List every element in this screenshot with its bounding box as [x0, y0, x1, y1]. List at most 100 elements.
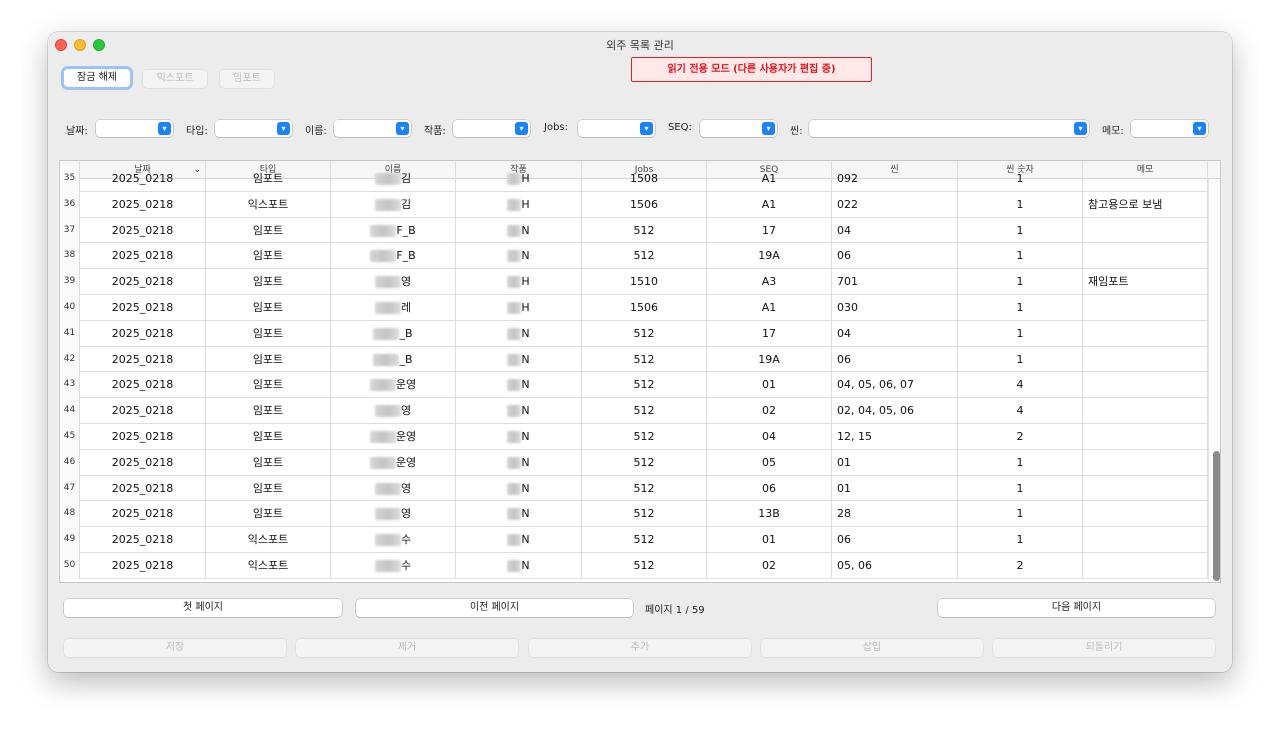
cell-name[interactable]: 수 — [331, 527, 456, 553]
cell-seq[interactable]: 13B — [707, 501, 832, 528]
cell-jobs[interactable]: 512 — [582, 243, 707, 270]
cell-work[interactable]: N — [456, 449, 582, 476]
cell-work[interactable]: N — [456, 553, 582, 579]
cell-type[interactable]: 임포트 — [206, 295, 331, 321]
cell-date[interactable]: 2025_0218 — [80, 217, 206, 244]
cell-name[interactable]: 수 — [331, 553, 456, 579]
cell-name[interactable]: 영 — [331, 475, 456, 502]
cell-scene-count[interactable]: 1 — [958, 243, 1083, 270]
table-row[interactable]: 37 2025_0218 임포트 F_B N 512 17 04 1 — [60, 217, 1208, 244]
cell-date[interactable]: 2025_0218 — [80, 191, 206, 218]
cell-date[interactable]: 2025_0218 — [80, 398, 206, 424]
cell-date[interactable]: 2025_0218 — [80, 346, 206, 373]
cell-name[interactable]: 운영 — [331, 449, 456, 476]
cell-scene[interactable]: 06 — [832, 527, 958, 553]
cell-seq[interactable]: 04 — [707, 424, 832, 450]
cell-memo[interactable] — [1083, 475, 1208, 502]
cell-jobs[interactable]: 512 — [582, 475, 707, 502]
cell-scene[interactable]: 06 — [832, 243, 958, 270]
type-filter-select[interactable]: ▾ — [215, 120, 292, 137]
jobs-filter-select[interactable]: ▾ — [578, 120, 655, 137]
cell-memo[interactable] — [1083, 217, 1208, 244]
seq-filter-select[interactable]: ▾ — [700, 120, 777, 137]
cell-memo[interactable] — [1083, 320, 1208, 347]
cell-work[interactable]: H — [456, 269, 582, 295]
cell-scene[interactable]: 01 — [832, 449, 958, 476]
cell-memo[interactable]: 재임포트 — [1083, 269, 1208, 295]
cell-date[interactable]: 2025_0218 — [80, 527, 206, 553]
cell-seq[interactable]: 05 — [707, 449, 832, 476]
cell-work[interactable]: N — [456, 398, 582, 424]
cell-type[interactable]: 임포트 — [206, 346, 331, 373]
cell-name[interactable]: 영 — [331, 398, 456, 424]
cell-work[interactable]: N — [456, 424, 582, 450]
cell-scene-count[interactable]: 1 — [958, 217, 1083, 244]
scene-filter-select[interactable]: ▾ — [809, 120, 1089, 137]
cell-jobs[interactable]: 512 — [582, 217, 707, 244]
work-filter-select[interactable]: ▾ — [453, 120, 530, 137]
table-row[interactable]: 38 2025_0218 임포트 F_B N 512 19A 06 1 — [60, 243, 1208, 270]
cell-date[interactable]: 2025_0218 — [80, 295, 206, 321]
cell-scene-count[interactable]: 1 — [958, 320, 1083, 347]
cell-jobs[interactable]: 512 — [582, 372, 707, 399]
cell-scene[interactable]: 04 — [832, 320, 958, 347]
cell-seq[interactable]: 06 — [707, 475, 832, 502]
cell-jobs[interactable]: 512 — [582, 424, 707, 450]
cell-work[interactable]: N — [456, 243, 582, 270]
cell-work[interactable]: N — [456, 320, 582, 347]
cell-scene-count[interactable]: 4 — [958, 372, 1083, 399]
cell-work[interactable]: H — [456, 295, 582, 321]
cell-scene-count[interactable]: 4 — [958, 398, 1083, 424]
unlock-button[interactable]: 잠금 해제 — [64, 69, 130, 87]
cell-name[interactable]: _B — [331, 320, 456, 347]
date-filter-select[interactable]: ▾ — [96, 120, 173, 137]
cell-type[interactable]: 임포트 — [206, 320, 331, 347]
cell-scene[interactable]: 04 — [832, 217, 958, 244]
cell-scene-count[interactable]: 1 — [958, 501, 1083, 528]
cell-type[interactable]: 임포트 — [206, 372, 331, 399]
table-row[interactable]: 36 2025_0218 익스포트 김 H 1506 A1 022 1 참고용으로 보냄 — [60, 191, 1208, 218]
table-row[interactable]: 41 2025_0218 임포트 _B N 512 17 04 1 — [60, 320, 1208, 347]
cell-seq[interactable]: 02 — [707, 553, 832, 579]
cell-memo[interactable] — [1083, 553, 1208, 579]
cell-scene[interactable]: 06 — [832, 346, 958, 373]
cell-work[interactable]: H — [456, 191, 582, 218]
cell-memo[interactable] — [1083, 372, 1208, 399]
table-row[interactable]: 48 2025_0218 임포트 영 N 512 13B 28 1 — [60, 501, 1208, 528]
scrollbar-thumb[interactable] — [1213, 451, 1220, 581]
cell-type[interactable]: 임포트 — [206, 166, 331, 192]
cell-name[interactable]: _B — [331, 346, 456, 373]
cell-seq[interactable]: 17 — [707, 217, 832, 244]
table-row[interactable]: 39 2025_0218 임포트 영 H 1510 A3 701 1 재임포트 — [60, 269, 1208, 295]
cell-memo[interactable]: 참고용으로 보냄 — [1083, 191, 1208, 218]
cell-scene-count[interactable]: 1 — [958, 295, 1083, 321]
cell-name[interactable]: 레 — [331, 295, 456, 321]
cell-type[interactable]: 익스포트 — [206, 191, 331, 218]
cell-date[interactable]: 2025_0218 — [80, 475, 206, 502]
cell-seq[interactable]: A1 — [707, 295, 832, 321]
table-row[interactable]: 49 2025_0218 익스포트 수 N 512 01 06 1 — [60, 527, 1208, 553]
cell-type[interactable]: 임포트 — [206, 475, 331, 502]
cell-seq[interactable]: 19A — [707, 243, 832, 270]
records-table[interactable]: 날짜 ⌄ 타입 이름 작품 Jobs SEQ 씬 씬 숫자 메모 35 2025_0… — [59, 160, 1221, 583]
table-row[interactable]: 47 2025_0218 임포트 영 N 512 06 01 1 — [60, 475, 1208, 502]
cell-jobs[interactable]: 1506 — [582, 295, 707, 321]
cell-type[interactable]: 익스포트 — [206, 553, 331, 579]
cell-date[interactable]: 2025_0218 — [80, 269, 206, 295]
cell-name[interactable]: 운영 — [331, 372, 456, 399]
cell-seq[interactable]: 17 — [707, 320, 832, 347]
table-row[interactable]: 50 2025_0218 익스포트 수 N 512 02 05, 06 2 — [60, 553, 1208, 579]
memo-filter-select[interactable]: ▾ — [1131, 120, 1208, 137]
cell-work[interactable]: N — [456, 475, 582, 502]
cell-work[interactable]: N — [456, 527, 582, 553]
cell-date[interactable]: 2025_0218 — [80, 424, 206, 450]
add-button[interactable]: 추가 — [529, 639, 751, 657]
cell-scene-count[interactable]: 1 — [958, 449, 1083, 476]
cell-work[interactable]: N — [456, 346, 582, 373]
cell-name[interactable]: 영 — [331, 269, 456, 295]
cell-memo[interactable] — [1083, 166, 1208, 192]
cell-seq[interactable]: 02 — [707, 398, 832, 424]
cell-memo[interactable] — [1083, 295, 1208, 321]
cell-type[interactable]: 임포트 — [206, 243, 331, 270]
export-button[interactable]: 익스포트 — [143, 70, 207, 88]
